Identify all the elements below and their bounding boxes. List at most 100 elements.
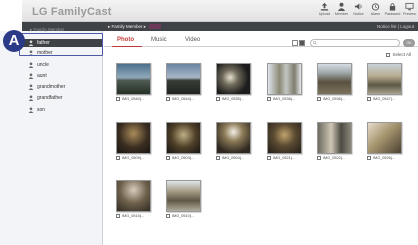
photo-filename: IMG_0515(... — [122, 214, 145, 218]
photo-thumbnail[interactable] — [166, 122, 201, 154]
photo-checkbox[interactable] — [166, 156, 170, 160]
sidebar-item-son[interactable]: son — [28, 106, 102, 114]
grid-view-button[interactable] — [299, 40, 305, 46]
sidebar-item-label: uncle — [37, 62, 49, 68]
tab-video[interactable]: Video — [185, 37, 200, 43]
photo-item[interactable]: IMG_0535(... — [216, 63, 252, 101]
list-view-button[interactable] — [292, 40, 298, 46]
photo-caption: IMG_0522(... — [317, 156, 353, 160]
photo-checkbox[interactable] — [317, 156, 321, 160]
photo-item[interactable]: IMG_0540(... — [116, 63, 152, 101]
photo-thumbnail[interactable] — [267, 63, 302, 95]
alarm-button[interactable]: Alarm — [367, 2, 384, 21]
sidebar-item-grandfather[interactable]: grandfather — [28, 94, 102, 102]
photo-filename: IMG_0535(... — [222, 97, 245, 101]
select-all-label: Select All — [392, 52, 411, 57]
photo-item[interactable]: IMG_0522(... — [317, 122, 353, 160]
search-button[interactable]: OK — [403, 39, 415, 47]
photo-checkbox[interactable] — [216, 156, 220, 160]
photo-checkbox[interactable] — [116, 156, 120, 160]
upload-icon — [320, 2, 329, 11]
photo-filename: IMG_0540(... — [122, 97, 145, 101]
photo-checkbox[interactable] — [116, 214, 120, 218]
select-all[interactable]: Select All — [386, 52, 411, 57]
select-all-checkbox[interactable] — [386, 52, 391, 57]
photo-caption: IMG_0509(... — [116, 156, 152, 160]
main-content: Photo Music Video OK Select All IMG_0540… — [104, 31, 418, 245]
photo-item[interactable]: IMG_0544(... — [166, 63, 202, 101]
password-label: Password — [384, 12, 401, 16]
person-icon — [28, 95, 34, 101]
preview-icon — [405, 2, 414, 11]
photo-checkbox[interactable] — [166, 214, 170, 218]
photo-thumbnail[interactable] — [367, 63, 402, 95]
photo-item[interactable]: IMG_0526(... — [367, 122, 403, 160]
notice-logout-links[interactable]: Notice list | Logout — [377, 24, 414, 29]
app-title: LG FamilyCast — [32, 6, 112, 18]
callout-highlight-box — [19, 33, 103, 56]
photo-filename: IMG_0522(... — [323, 156, 346, 160]
photo-thumbnail[interactable] — [367, 122, 402, 154]
person-icon — [28, 107, 34, 113]
person-icon — [28, 62, 34, 68]
photo-checkbox[interactable] — [367, 156, 371, 160]
sidebar-item-grandmother[interactable]: grandmother — [28, 83, 102, 91]
photo-checkbox[interactable] — [216, 97, 220, 101]
photo-item[interactable]: IMG_0509(... — [116, 122, 152, 160]
password-button[interactable]: Password — [384, 2, 401, 21]
alarm-label: Alarm — [370, 12, 381, 16]
tab-photo[interactable]: Photo — [117, 37, 134, 43]
photo-caption: IMG_0515(... — [116, 214, 152, 218]
photo-item[interactable]: IMG_0521(... — [267, 122, 303, 160]
photo-thumbnail[interactable] — [216, 122, 251, 154]
photo-checkbox[interactable] — [267, 97, 271, 101]
photo-filename: IMG_0526(... — [373, 156, 396, 160]
photo-item[interactable]: IMG_0515(... — [116, 180, 152, 218]
photo-caption: IMG_0503(... — [166, 156, 202, 160]
sidebar-item-uncle[interactable]: uncle — [28, 61, 102, 69]
member-icon — [337, 2, 346, 11]
photo-checkbox[interactable] — [367, 97, 371, 101]
toolbar: Upload Member Notice Alarm Password Prev… — [316, 2, 418, 21]
photo-thumbnail[interactable] — [267, 122, 302, 154]
member-label: Member — [334, 12, 349, 16]
photo-thumbnail[interactable] — [116, 63, 151, 95]
photo-filename: IMG_0504(... — [222, 156, 245, 160]
photo-caption: IMG_0538(... — [267, 97, 303, 101]
sidebar-item-aunt[interactable]: aunt — [28, 72, 102, 80]
photo-caption: IMG_0540(... — [116, 97, 152, 101]
photo-item[interactable]: IMG_0536(... — [317, 63, 353, 101]
photo-thumbnail[interactable] — [166, 63, 201, 95]
preview-button[interactable]: Preview — [401, 2, 418, 21]
lock-icon — [389, 3, 396, 11]
photo-filename: IMG_0509(... — [122, 156, 145, 160]
search-input[interactable] — [310, 39, 400, 47]
sidebar: ▸ Family Member father mother uncle aunt… — [0, 27, 103, 245]
photo-checkbox[interactable] — [166, 97, 170, 101]
sidebar-item-label: grandmother — [37, 84, 66, 90]
photo-item[interactable]: IMG_0538(... — [267, 63, 303, 101]
photo-thumbnail[interactable] — [116, 180, 151, 212]
photo-checkbox[interactable] — [267, 156, 271, 160]
photo-item[interactable]: IMG_0547(... — [367, 63, 403, 101]
photo-caption: IMG_0535(... — [216, 97, 252, 101]
photo-filename: IMG_0544(... — [172, 97, 195, 101]
photo-thumbnail[interactable] — [166, 180, 201, 212]
photo-thumbnail[interactable] — [116, 122, 151, 154]
notice-button[interactable]: Notice — [350, 2, 367, 21]
photo-thumbnail[interactable] — [216, 63, 251, 95]
upload-button[interactable]: Upload — [316, 2, 333, 21]
active-tab-indicator — [112, 46, 142, 47]
photo-thumbnail[interactable] — [317, 122, 352, 154]
photo-thumbnail[interactable] — [317, 63, 352, 95]
breadcrumb: ▸ Family Member ▸ — [108, 23, 162, 30]
photo-item[interactable]: IMG_0503(... — [166, 122, 202, 160]
photo-checkbox[interactable] — [317, 97, 321, 101]
photo-checkbox[interactable] — [116, 97, 120, 101]
photo-item[interactable]: IMG_0504(... — [216, 122, 252, 160]
sidebar-item-label: aunt — [37, 73, 47, 79]
member-button[interactable]: Member — [333, 2, 350, 21]
photo-item[interactable]: IMG_0510(... — [166, 180, 202, 218]
tab-music[interactable]: Music — [151, 37, 167, 43]
breadcrumb-text: ▸ Family Member ▸ — [108, 23, 147, 29]
